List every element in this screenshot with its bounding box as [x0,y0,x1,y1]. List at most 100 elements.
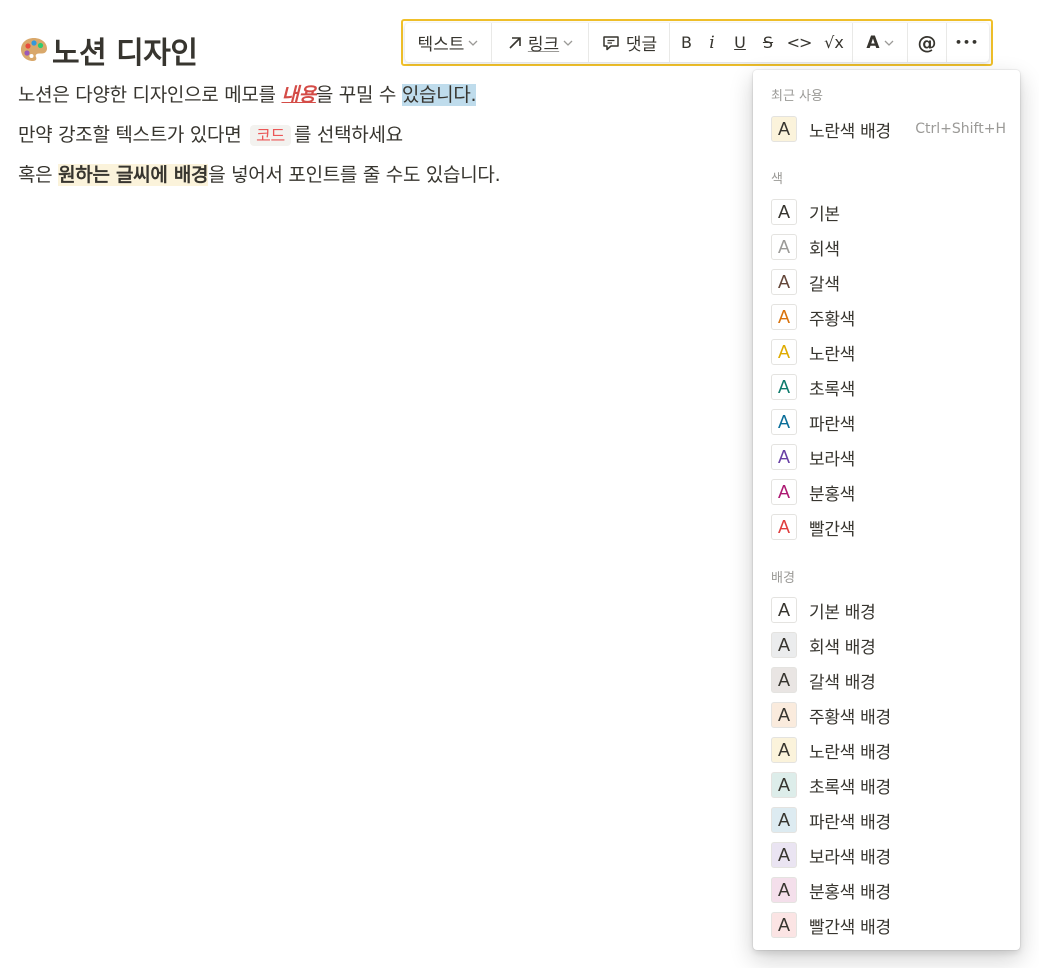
color-option[interactable]: A 초록색 배경 [771,770,1006,800]
color-swatch-icon: A [771,339,797,365]
color-option[interactable]: A 파란색 배경 [771,805,1006,835]
equation-button[interactable]: √x [816,23,852,62]
color-option[interactable]: A 기본 배경 [771,595,1006,625]
equation-icon: √x [824,33,844,52]
code-icon: <> [786,33,813,52]
inline-code: 코드 [250,125,291,146]
color-option[interactable]: A 보라색 배경 [771,840,1006,870]
color-swatch-icon: A [771,514,797,540]
color-swatch-icon: A [771,269,797,295]
artist-palette-icon[interactable] [18,34,50,66]
bold-button[interactable]: B [670,23,698,62]
paragraph[interactable]: 혹은 원하는 글씨에 배경을 넣어서 포인트를 줄 수도 있습니다. [18,160,501,190]
red-italic-text: 내용 [281,84,316,106]
color-swatch-icon: A [771,667,797,693]
color-swatch-icon: A [771,842,797,868]
color-swatch-icon: A [771,912,797,938]
text-run: 를 선택하세요 [293,124,403,146]
color-option[interactable]: A 주황색 배경 [771,700,1006,730]
color-swatch-icon: A [771,234,797,260]
color-option[interactable]: A 회색 [771,232,1006,262]
bold-icon: B [681,33,692,52]
color-option[interactable]: A 노란색 [771,337,1006,367]
mention-button[interactable]: @ [908,23,946,62]
comment-label: 댓글 [625,35,658,55]
color-swatch-icon: A [771,116,797,142]
italic-icon: i [709,32,715,53]
color-option[interactable]: A 빨간색 배경 [771,910,1006,940]
shortcut-hint: Ctrl+Shift+H [915,121,1006,137]
paragraph[interactable]: 만약 강조할 텍스트가 있다면 코드 를 선택하세요 [18,120,403,151]
color-swatch-icon: A [771,807,797,833]
color-option[interactable]: A 초록색 [771,372,1006,402]
color-option[interactable]: A 파란색 [771,407,1006,437]
color-option[interactable]: A 기본 [771,197,1006,227]
text-run: 을 꾸밀 수 [315,84,402,106]
color-swatch-icon: A [771,632,797,658]
color-option-label: 보라색 [809,449,856,470]
color-option-label: 노란색 배경 [809,742,891,763]
color-option[interactable]: A 갈색 [771,267,1006,297]
color-swatch-icon: A [771,304,797,330]
color-option-label: 분홍색 배경 [809,882,891,903]
code-button[interactable]: <> [782,23,816,62]
color-option-label: 노란색 [809,344,856,365]
text-color-icon: A [866,32,880,53]
text-run: 을 넣어서 포인트를 줄 수도 있습니다. [208,164,501,186]
underline-icon: U [734,33,746,52]
color-swatch-icon: A [771,444,797,470]
color-swatch-icon: A [771,597,797,623]
color-section-title: 색 [771,172,783,187]
strikethrough-icon: S [762,33,774,52]
text-run: 노션은 다양한 디자인으로 메모를 [18,84,282,106]
color-option-label: 초록색 [809,379,856,400]
color-swatch-icon: A [771,877,797,903]
comment-button[interactable]: 댓글 [589,23,669,62]
comment-icon [601,33,621,53]
color-option-label: 기본 배경 [809,602,876,623]
italic-button[interactable]: i [698,23,726,62]
color-option[interactable]: A 보라색 [771,442,1006,472]
color-option[interactable]: A 노란색 배경 [771,735,1006,765]
color-option[interactable]: A 분홍색 [771,477,1006,507]
underline-button[interactable]: U [726,23,754,62]
color-option-label: 갈색 [809,274,840,295]
color-option-label: 빨간색 배경 [809,917,891,938]
color-option[interactable]: A 주황색 [771,302,1006,332]
link-label: 링크 [527,35,560,55]
color-option-label: 분홍색 [809,484,856,505]
color-option-label: 기본 [809,204,840,225]
color-swatch-icon: A [771,772,797,798]
color-option-label: 파란색 [809,414,856,435]
color-option[interactable]: A 회색 배경 [771,630,1006,660]
color-option[interactable]: A 빨간색 [771,512,1006,542]
more-icon: ••• [954,36,980,49]
paragraph[interactable]: 노션은 다양한 디자인으로 메모를 내용을 꾸밀 수 있습니다. [18,80,477,110]
color-option-label: 노란색 배경 [809,121,891,142]
color-option-label: 주황색 배경 [809,707,891,728]
turn-into-label: 텍스트 [417,35,465,55]
color-swatch-icon: A [771,199,797,225]
page-title: 노션 디자인 [18,28,198,72]
strikethrough-button[interactable]: S [754,23,782,62]
color-option[interactable]: A 갈색 배경 [771,665,1006,695]
link-button[interactable]: 링크 [492,23,588,62]
color-option[interactable]: A 분홍색 배경 [771,875,1006,905]
color-menu: 최근 사용 A 노란색 배경 Ctrl+Shift+H 색 A 기본 A 회색 A 갈색 A 주황… [753,70,1020,950]
turn-into-button[interactable]: 텍스트 [405,23,491,62]
color-swatch-icon: A [771,702,797,728]
color-option-label: 파란색 배경 [809,812,891,833]
chevron-down-icon [468,38,478,48]
mention-icon: @ [917,31,937,54]
formatting-toolbar: 텍스트 링크 댓글 B i U S <> √x A @ ••• [401,19,993,66]
chevron-down-icon [884,38,894,48]
color-option[interactable]: A 노란색 배경 Ctrl+Shift+H [771,114,1006,144]
text-run: 만약 강조할 텍스트가 있다면 [18,124,248,146]
recent-section-title: 최근 사용 [771,89,823,104]
text-color-button[interactable]: A [853,23,907,62]
color-option-label: 보라색 배경 [809,847,891,868]
page-title-text[interactable]: 노션 디자인 [52,28,198,72]
more-options-button[interactable]: ••• [947,23,987,62]
color-option-label: 갈색 배경 [809,672,876,693]
highlighted-text: 원하는 글씨에 배경 [58,164,209,186]
